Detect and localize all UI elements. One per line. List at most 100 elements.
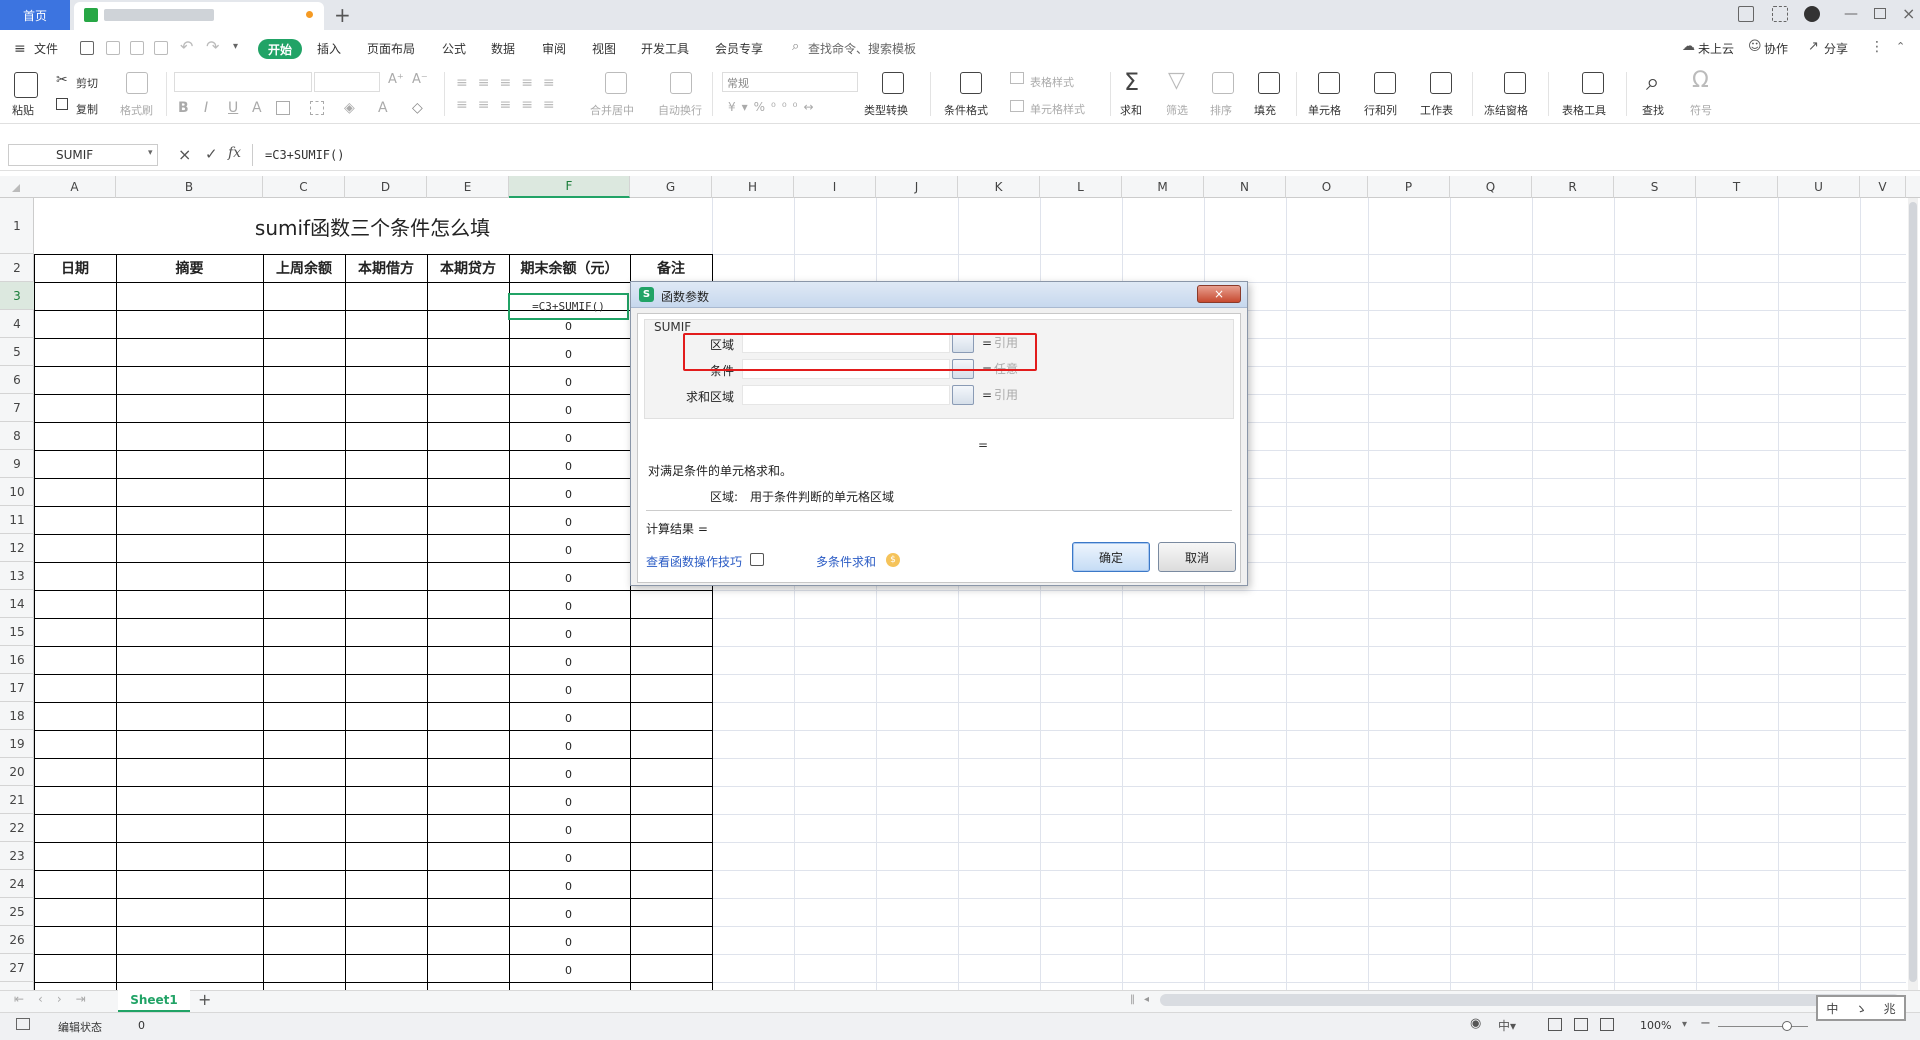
- column-header-u[interactable]: U: [1778, 176, 1860, 198]
- name-box-dropdown-icon[interactable]: ▾: [148, 148, 153, 158]
- add-sheet-icon[interactable]: +: [198, 990, 211, 1009]
- cell-f15[interactable]: 0: [508, 628, 629, 641]
- cell-f24[interactable]: 0: [508, 880, 629, 893]
- dialog-titlebar[interactable]: [631, 282, 1247, 308]
- row-header-11[interactable]: 11: [0, 506, 34, 534]
- layout-icon[interactable]: [1738, 6, 1754, 22]
- ime-settings[interactable]: 兆: [1884, 1000, 1896, 1017]
- hamburger-icon[interactable]: ≡: [14, 41, 26, 57]
- apps-grid-icon[interactable]: [1772, 6, 1788, 22]
- cloud-status[interactable]: 未上云: [1698, 40, 1734, 57]
- row-header-26[interactable]: 26: [0, 926, 34, 954]
- minimize-icon[interactable]: —: [1844, 6, 1858, 22]
- confirm-formula-icon[interactable]: ✓: [205, 145, 218, 163]
- cell-style-label[interactable]: 单元格样式: [1030, 101, 1085, 117]
- wrap-text-label[interactable]: 自动换行: [658, 102, 702, 118]
- merge-label[interactable]: 合并居中: [590, 102, 634, 118]
- cell-f23[interactable]: 0: [508, 852, 629, 865]
- multi-condition-link[interactable]: 多条件求和: [816, 553, 876, 570]
- column-header-h[interactable]: H: [712, 176, 794, 198]
- sort-label[interactable]: 排序: [1210, 102, 1232, 118]
- cell-style-icon[interactable]: [1010, 100, 1024, 112]
- column-header-l[interactable]: L: [1040, 176, 1122, 198]
- type-convert-icon[interactable]: [882, 72, 904, 94]
- avatar[interactable]: [1804, 6, 1820, 22]
- page-layout-view-icon[interactable]: [1574, 1018, 1588, 1031]
- format-painter-icon[interactable]: [126, 72, 148, 94]
- column-header-n[interactable]: N: [1204, 176, 1286, 198]
- menu-insert[interactable]: 插入: [317, 40, 341, 57]
- more-icon[interactable]: ⋮: [1870, 39, 1884, 55]
- row-header-19[interactable]: 19: [0, 730, 34, 758]
- row-header-8[interactable]: 8: [0, 422, 34, 450]
- column-header-g[interactable]: G: [630, 176, 712, 198]
- format-painter-label[interactable]: 格式刷: [120, 102, 153, 118]
- row-header-22[interactable]: 22: [0, 814, 34, 842]
- arg-input-sum-range[interactable]: [742, 385, 950, 405]
- find-label[interactable]: 查找: [1642, 102, 1664, 118]
- cell-icon[interactable]: [1318, 72, 1340, 94]
- column-header-f[interactable]: F: [509, 176, 630, 198]
- undo-icon[interactable]: ↶: [180, 37, 193, 56]
- ime-chinese-mode[interactable]: 中: [1826, 1000, 1838, 1017]
- row-header-6[interactable]: 6: [0, 366, 34, 394]
- cut-icon[interactable]: ✂: [56, 72, 68, 88]
- macro-record-icon[interactable]: [16, 1018, 30, 1030]
- underline-icon[interactable]: U: [228, 100, 238, 116]
- cell-f16[interactable]: 0: [508, 656, 629, 669]
- save-icon[interactable]: [80, 41, 94, 55]
- cancel-formula-icon[interactable]: ×: [178, 145, 191, 164]
- column-header-t[interactable]: T: [1696, 176, 1778, 198]
- font-size-select[interactable]: [314, 72, 380, 92]
- close-window-icon[interactable]: ×: [1902, 4, 1915, 23]
- ime-toolbar[interactable]: 中 ゝ 兆: [1816, 995, 1906, 1021]
- row-header-5[interactable]: 5: [0, 338, 34, 366]
- row-header-9[interactable]: 9: [0, 450, 34, 478]
- cell-f26[interactable]: 0: [508, 936, 629, 949]
- ok-button[interactable]: 确定: [1072, 542, 1150, 572]
- menu-view[interactable]: 视图: [592, 40, 616, 57]
- cell-f20[interactable]: 0: [508, 768, 629, 781]
- filter-icon[interactable]: ▽: [1168, 68, 1185, 93]
- font-color-icon[interactable]: A: [378, 100, 388, 116]
- cell-f7[interactable]: 0: [508, 404, 629, 417]
- menu-page-layout[interactable]: 页面布局: [367, 40, 415, 57]
- conditional-format-label[interactable]: 条件格式: [944, 102, 988, 118]
- row-header-15[interactable]: 15: [0, 618, 34, 646]
- strikethrough-icon[interactable]: A: [252, 100, 262, 116]
- row-header-17[interactable]: 17: [0, 674, 34, 702]
- row-header-25[interactable]: 25: [0, 898, 34, 926]
- worksheet-icon[interactable]: [1430, 72, 1452, 94]
- collapse-ribbon-icon[interactable]: ⌃: [1896, 40, 1905, 53]
- decrease-font-icon[interactable]: A⁻: [412, 72, 428, 87]
- row-header-1[interactable]: 1: [0, 198, 34, 254]
- column-header-a[interactable]: A: [34, 176, 116, 198]
- quick-access-dropdown-icon[interactable]: ▾: [233, 41, 238, 52]
- column-header-r[interactable]: R: [1532, 176, 1614, 198]
- cell-fill-icon[interactable]: [310, 101, 324, 115]
- new-tab-icon[interactable]: +: [334, 3, 351, 27]
- cell-f5[interactable]: 0: [508, 348, 629, 361]
- row-header-12[interactable]: 12: [0, 534, 34, 562]
- row-header-20[interactable]: 20: [0, 758, 34, 786]
- menu-formulas[interactable]: 公式: [442, 40, 466, 57]
- row-header-16[interactable]: 16: [0, 646, 34, 674]
- column-header-i[interactable]: I: [794, 176, 876, 198]
- cell-f17[interactable]: 0: [508, 684, 629, 697]
- cell-f9[interactable]: 0: [508, 460, 629, 473]
- cell-f8[interactable]: 0: [508, 432, 629, 445]
- select-all-corner[interactable]: [12, 184, 20, 192]
- cell-f25[interactable]: 0: [508, 908, 629, 921]
- row-header-10[interactable]: 10: [0, 478, 34, 506]
- column-header-v[interactable]: V: [1860, 176, 1906, 198]
- cut-label[interactable]: 剪切: [76, 75, 98, 91]
- table-tools-label[interactable]: 表格工具: [1562, 102, 1606, 118]
- sheet-title-cell[interactable]: sumif函数三个条件怎么填: [34, 198, 711, 254]
- hscroll-left-icon[interactable]: ◂: [1144, 994, 1149, 1005]
- header-cell-3[interactable]: 上周余额: [263, 254, 345, 282]
- cell-f18[interactable]: 0: [508, 712, 629, 725]
- zoom-level[interactable]: 100%: [1640, 1019, 1671, 1032]
- column-header-s[interactable]: S: [1614, 176, 1696, 198]
- column-header-e[interactable]: E: [427, 176, 509, 198]
- copy-label[interactable]: 复制: [76, 101, 98, 117]
